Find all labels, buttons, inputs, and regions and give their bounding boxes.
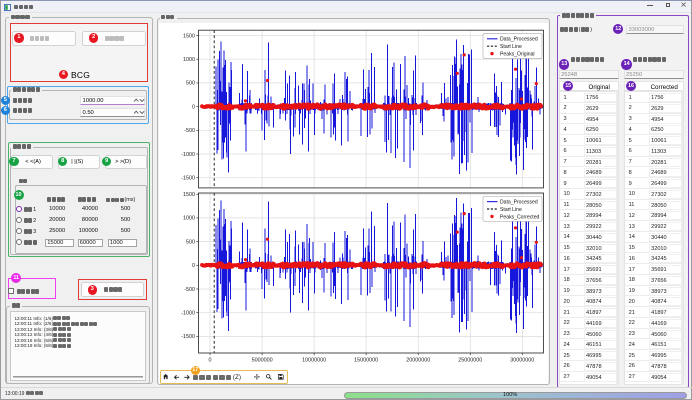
svg-text:1000: 1000 bbox=[183, 57, 195, 63]
svg-text:-500: -500 bbox=[184, 128, 195, 134]
svg-text:5000000: 5000000 bbox=[251, 358, 272, 364]
svg-text:1500: 1500 bbox=[183, 192, 195, 198]
svg-text:15000000: 15000000 bbox=[354, 358, 378, 364]
svg-text:Peaks_Corrected: Peaks_Corrected bbox=[500, 214, 540, 220]
svg-text:-1500: -1500 bbox=[181, 334, 195, 340]
svg-text:10000000: 10000000 bbox=[302, 358, 326, 364]
svg-text:1000: 1000 bbox=[183, 216, 195, 222]
svg-text:500: 500 bbox=[186, 239, 195, 245]
svg-text:30000000: 30000000 bbox=[510, 358, 534, 364]
svg-text:Start Line: Start Line bbox=[500, 207, 522, 213]
svg-text:0: 0 bbox=[192, 104, 195, 110]
svg-text:Peaks_Original: Peaks_Original bbox=[500, 52, 535, 58]
svg-text:0: 0 bbox=[192, 263, 195, 269]
svg-text:20000000: 20000000 bbox=[406, 358, 430, 364]
svg-text:0: 0 bbox=[208, 358, 211, 364]
svg-text:-1000: -1000 bbox=[181, 152, 195, 158]
svg-text:-1000: -1000 bbox=[181, 311, 195, 317]
svg-text:500: 500 bbox=[186, 81, 195, 87]
svg-text:Start Line: Start Line bbox=[500, 44, 522, 50]
svg-text:25000000: 25000000 bbox=[458, 358, 482, 364]
svg-text:-1500: -1500 bbox=[181, 176, 195, 182]
svg-text:1500: 1500 bbox=[183, 33, 195, 39]
svg-text:Data_Processed: Data_Processed bbox=[500, 200, 538, 206]
svg-text:-500: -500 bbox=[184, 287, 195, 293]
svg-text:Data_Processed: Data_Processed bbox=[500, 37, 538, 43]
